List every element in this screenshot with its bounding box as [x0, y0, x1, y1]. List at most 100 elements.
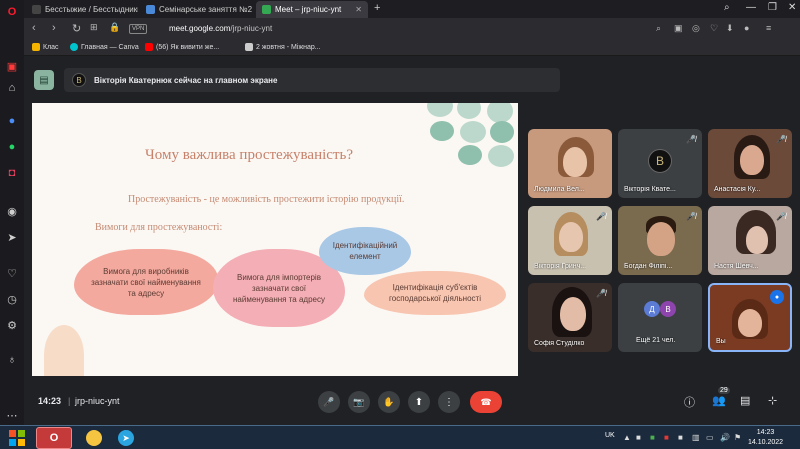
url-field[interactable]: meet.google.com/jrp-niuc-ynt — [169, 24, 272, 33]
telegram-icon: ➤ — [118, 430, 134, 446]
taskbar-yandex[interactable] — [76, 427, 112, 449]
meeting-details-icon[interactable]: ⓘ — [684, 394, 695, 410]
participant-tile[interactable]: 🎤̸ Богдан Філіпі... — [618, 206, 702, 275]
tray-app-icon[interactable]: ■ — [636, 433, 641, 442]
player-icon[interactable]: ◉ — [4, 203, 20, 219]
presenter-avatar: B — [72, 73, 86, 87]
participant-tile[interactable]: 🎤̸ Софія Студілко — [528, 283, 612, 352]
meeting-time: 14:23 — [38, 396, 62, 406]
settings-icon[interactable]: ⚙ — [4, 317, 20, 333]
start-button[interactable] — [3, 428, 31, 448]
forward-icon[interactable]: › — [52, 22, 56, 34]
tray-app-icon[interactable]: ■ — [678, 433, 683, 442]
heart-icon[interactable]: ♡ — [4, 265, 20, 281]
taskbar-telegram[interactable]: ➤ — [108, 427, 144, 449]
camera-permission-icon[interactable]: ▣ — [674, 23, 683, 34]
battery-icon[interactable]: ▭ — [706, 433, 714, 442]
pin-icon[interactable]: ♁ — [4, 352, 20, 368]
download-icon[interactable]: ⬇ — [726, 23, 734, 34]
participant-tile-more[interactable]: Д В Ещё 21 чел. — [618, 283, 702, 352]
taskbar-clock[interactable]: 14:23 14.10.2022 — [748, 428, 783, 448]
participant-avatar: Д — [644, 301, 660, 317]
history-icon[interactable]: ◷ — [4, 291, 20, 307]
camera-button[interactable]: 📷 — [348, 391, 370, 413]
maximize-button[interactable]: ❐ — [768, 2, 777, 13]
close-tab-icon[interactable]: ✕ — [355, 5, 362, 14]
search-tabs-icon[interactable]: ⌕ — [724, 2, 730, 13]
more-options-button[interactable]: ⋮ — [438, 391, 460, 413]
participant-tile[interactable]: 🎤̸ Вікторія Гринч... — [528, 206, 612, 275]
participant-tile[interactable]: 🎤̸ Настя Шевч... — [708, 206, 792, 275]
people-icon[interactable]: 👥 — [712, 394, 726, 407]
tab-title: Семінарське заняття №2 Т — [159, 5, 254, 14]
bookmark-label: Главная — Canva — [81, 43, 139, 51]
clock-time: 14:23 — [756, 429, 775, 436]
decorative-dot — [490, 121, 514, 143]
taskbar-opera[interactable]: O — [36, 427, 72, 449]
tray-app-icon[interactable]: ■ — [650, 433, 655, 442]
decorative-dot — [430, 121, 454, 141]
tab-seminar[interactable]: Семінарське заняття №2 Т — [140, 1, 254, 18]
participant-tile[interactable]: B 🎤̸ Вікторія Квате... — [618, 129, 702, 198]
volume-icon[interactable]: 🔊 — [720, 433, 730, 442]
language-indicator[interactable]: UK — [605, 432, 615, 439]
menu-icon[interactable]: ≡ — [766, 23, 771, 33]
tray-app-icon[interactable]: ■ — [664, 433, 669, 442]
home-icon[interactable]: ⌂ — [4, 80, 20, 96]
more-icon[interactable]: ⋯ — [4, 407, 20, 423]
decorative-dot — [488, 145, 514, 167]
bookmark-label: 2 жовтня - Міжнар... — [256, 43, 321, 51]
meeting-code: jrp-niuc-ynt — [75, 396, 120, 406]
address-bar: ‹ › ↻ ⊞ 🔒 VPN meet.google.com/jrp-niuc-y… — [24, 18, 800, 40]
microphone-button[interactable]: 🎤 — [318, 391, 340, 413]
instagram-icon[interactable]: ◘ — [4, 165, 20, 181]
participant-tile-self[interactable]: ● Вы — [708, 283, 792, 352]
send-icon[interactable]: ➤ — [4, 229, 20, 245]
slide-cloud-text: Ідентифікаційний елемент — [332, 241, 398, 261]
whatsapp-icon[interactable]: ● — [4, 139, 20, 155]
mic-muted-icon: 🎤̸ — [686, 212, 696, 221]
minimize-button[interactable]: — — [746, 2, 756, 13]
activities-icon[interactable]: ⊹ — [768, 394, 777, 407]
flag-icon[interactable]: ⚑ — [734, 433, 741, 442]
tray-expand-icon[interactable]: ▲ — [623, 433, 631, 442]
opera-logo-icon[interactable]: O — [4, 4, 20, 20]
grid-icon[interactable]: ⊞ — [90, 22, 98, 33]
participant-name: Вікторія Гринч... — [534, 263, 587, 270]
url-host: meet.google.com — [169, 24, 231, 33]
back-icon[interactable]: ‹ — [32, 22, 36, 34]
reload-icon[interactable]: ↻ — [72, 22, 81, 35]
bookmark-item[interactable]: Клас — [32, 43, 59, 51]
tab-meet[interactable]: Meet – jrp-niuc-ynt ✕ — [256, 1, 368, 18]
profile-icon[interactable]: ● — [744, 23, 749, 33]
decorative-dot — [427, 103, 453, 117]
close-window-button[interactable]: ✕ — [788, 2, 796, 13]
opera-speed-dial-icon[interactable]: ▣ — [4, 58, 20, 74]
participant-name: Людмила Вел... — [534, 186, 585, 193]
end-call-button[interactable]: ☎ — [470, 391, 502, 413]
tab-title: Бесстыжие / Бесстыдники — [45, 5, 138, 14]
bookmark-favicon — [245, 43, 253, 51]
participant-tile[interactable]: 🎤̸ Анастасія Ку... — [708, 129, 792, 198]
raise-hand-button[interactable]: ✋ — [378, 391, 400, 413]
bookmark-item[interactable]: 2 жовтня - Міжнар... — [245, 43, 321, 51]
bookmark-item[interactable]: (56) Як вивити же... — [145, 43, 219, 51]
participant-video — [647, 222, 675, 256]
tab-besstyzhie[interactable]: Бесстыжие / Бесстыдники — [26, 1, 138, 18]
bookmark-item[interactable]: Главная — Canva — [70, 43, 139, 51]
network-icon[interactable]: ▥ — [692, 433, 700, 442]
chat-icon[interactable]: ▤ — [740, 394, 750, 407]
participant-video — [738, 309, 762, 337]
bookmark-heart-icon[interactable]: ♡ — [710, 23, 718, 34]
participant-tile[interactable]: Людмила Вел... — [528, 129, 612, 198]
presentation-icon[interactable]: ▤ — [34, 70, 54, 90]
hand-icon: ✋ — [383, 396, 395, 407]
search-icon[interactable]: ⌕ — [656, 23, 661, 34]
present-button[interactable]: ⬆ — [408, 391, 430, 413]
vpn-badge[interactable]: VPN — [129, 24, 148, 34]
messenger-icon[interactable]: ● — [4, 113, 20, 129]
snapshot-icon[interactable]: ◎ — [692, 23, 700, 34]
tab-bar: Бесстыжие / Бесстыдники Семінарське заня… — [24, 0, 800, 18]
new-tab-button[interactable]: + — [374, 2, 380, 14]
decorative-dot — [458, 145, 482, 165]
